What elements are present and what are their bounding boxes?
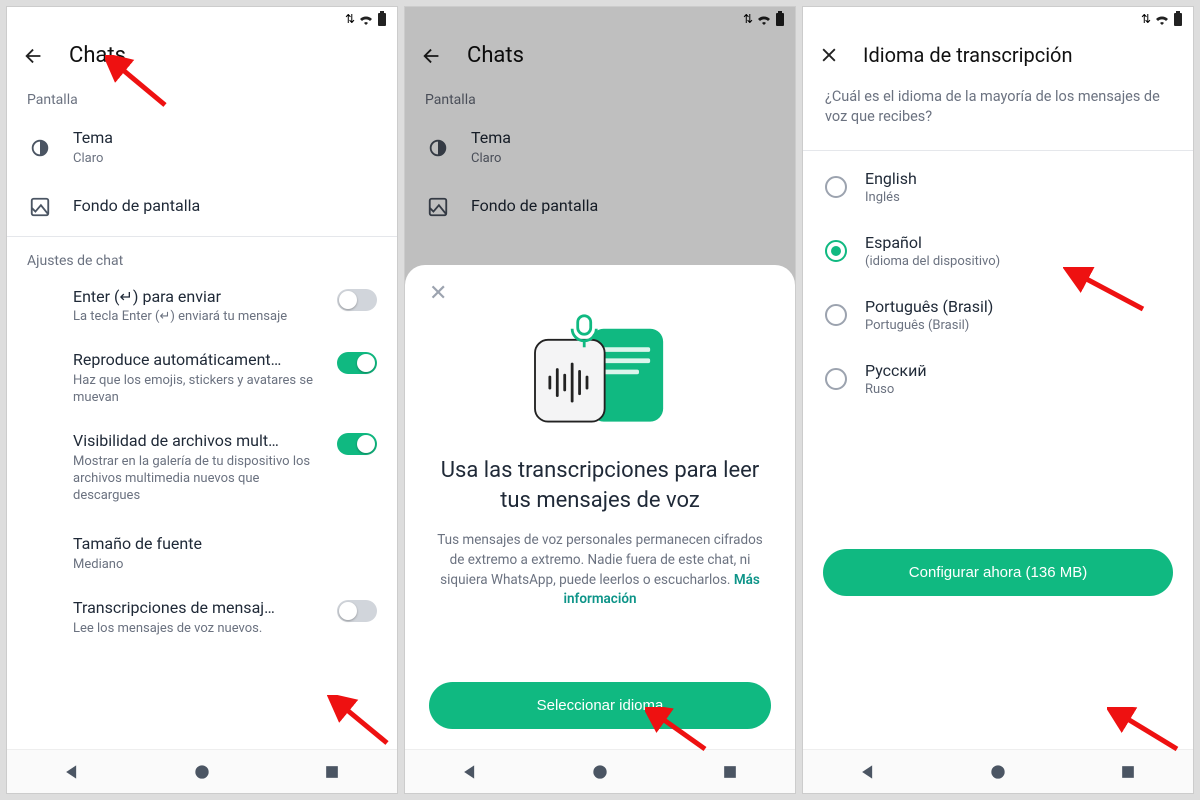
theme-label: Tema <box>73 128 377 149</box>
transcription-row[interactable]: Transcripciones de mensaj… Lee los mensa… <box>7 586 397 650</box>
configure-now-button[interactable]: Configurar ahora (136 MB) <box>823 549 1173 596</box>
divider <box>7 236 397 237</box>
media-desc: Mostrar en la galería de tu dispositivo … <box>73 454 325 505</box>
lang-option-russian[interactable]: Русский Ruso <box>803 347 1193 411</box>
status-bar: ⇅ <box>7 7 397 31</box>
nav-back-icon[interactable] <box>858 762 878 782</box>
enter-toggle[interactable] <box>337 289 377 311</box>
nav-back-icon[interactable] <box>460 762 480 782</box>
media-label: Visibilidad de archivos mult… <box>73 431 325 452</box>
theme-row[interactable]: Tema Claro <box>7 114 397 182</box>
back-arrow-icon[interactable] <box>23 45 45 67</box>
autoplay-desc: Haz que los emojis, stickers y avatares … <box>73 373 325 407</box>
font-size-row[interactable]: Tamaño de fuente Mediano <box>7 516 397 586</box>
autoplay-label: Reproduce automáticament… <box>73 350 325 371</box>
enter-desc: La tecla Enter (↵) enviará tu mensaje <box>73 309 325 326</box>
nav-recent-icon[interactable] <box>1118 762 1138 782</box>
transcription-illustration <box>525 312 675 442</box>
page-title: Chats <box>69 43 126 68</box>
fontsize-value: Mediano <box>73 557 377 574</box>
autoplay-toggle[interactable] <box>337 352 377 374</box>
nav-recent-icon[interactable] <box>322 762 342 782</box>
close-icon[interactable] <box>819 45 839 65</box>
battery-icon <box>377 11 387 27</box>
radio-icon <box>825 176 847 198</box>
transcribe-desc: Lee los mensajes de voz nuevos. <box>73 621 325 638</box>
status-bar: ⇅ <box>803 7 1193 31</box>
page-title: Idioma de transcripción <box>863 43 1073 67</box>
fontsize-label: Tamaño de fuente <box>73 534 377 555</box>
header: Idioma de transcripción <box>803 31 1193 79</box>
header: Chats <box>7 31 397 80</box>
wallpaper-row[interactable]: Fondo de pantalla <box>7 182 397 232</box>
theme-value: Claro <box>73 151 377 168</box>
transcription-bottom-sheet: ✕ <box>405 265 795 749</box>
android-nav-bar <box>803 749 1193 793</box>
nav-home-icon[interactable] <box>590 762 610 782</box>
sheet-title: Usa las transcripciones para leer tus me… <box>429 456 771 515</box>
enter-to-send-row[interactable]: Enter (↵) para enviar La tecla Enter (↵)… <box>7 275 397 339</box>
autoplay-row[interactable]: Reproduce automáticament… Haz que los em… <box>7 338 397 419</box>
media-toggle[interactable] <box>337 433 377 455</box>
nav-home-icon[interactable] <box>988 762 1008 782</box>
screen-3-language-select: ⇅ Idioma de transcripción ¿Cuál es el id… <box>802 6 1194 794</box>
nav-home-icon[interactable] <box>192 762 212 782</box>
battery-icon <box>1173 11 1183 27</box>
nav-back-icon[interactable] <box>62 762 82 782</box>
sheet-body: Tus mensajes de voz personales permanece… <box>429 531 771 609</box>
section-display-label: Pantalla <box>7 80 397 114</box>
radio-icon <box>825 368 847 390</box>
lang-option-portuguese[interactable]: Português (Brasil) Português (Brasil) <box>803 283 1193 347</box>
swap-icon: ⇅ <box>1141 12 1151 26</box>
annotation-arrow <box>327 695 397 751</box>
wallpaper-label: Fondo de pantalla <box>73 196 377 217</box>
screen-2-transcription-sheet: ⇅ Chats Pantalla Tema Claro Fondo de pan <box>404 6 796 794</box>
lang-option-english[interactable]: English Inglés <box>803 155 1193 219</box>
transcribe-label: Transcripciones de mensaj… <box>73 598 325 619</box>
section-chat-label: Ajustes de chat <box>7 241 397 275</box>
wallpaper-icon <box>29 196 51 218</box>
media-visibility-row[interactable]: Visibilidad de archivos mult… Mostrar en… <box>7 419 397 516</box>
divider <box>803 150 1193 151</box>
select-language-button[interactable]: Seleccionar idioma <box>429 682 771 729</box>
question-text: ¿Cuál es el idioma de la mayoría de los … <box>803 79 1193 146</box>
radio-icon <box>825 240 847 262</box>
android-nav-bar <box>7 749 397 793</box>
android-nav-bar <box>405 749 795 793</box>
screen-1-chats-settings: ⇅ Chats Pantalla Tema Claro Fondo de pan… <box>6 6 398 794</box>
enter-label: Enter (↵) para enviar <box>73 287 325 308</box>
transcribe-toggle[interactable] <box>337 600 377 622</box>
swap-icon: ⇅ <box>345 12 355 26</box>
lang-option-spanish[interactable]: Español (idioma del dispositivo) <box>803 219 1193 283</box>
wifi-icon <box>1154 13 1170 25</box>
theme-icon <box>29 137 51 159</box>
nav-recent-icon[interactable] <box>720 762 740 782</box>
radio-icon <box>825 304 847 326</box>
close-icon[interactable]: ✕ <box>429 281 447 306</box>
wifi-icon <box>358 13 374 25</box>
